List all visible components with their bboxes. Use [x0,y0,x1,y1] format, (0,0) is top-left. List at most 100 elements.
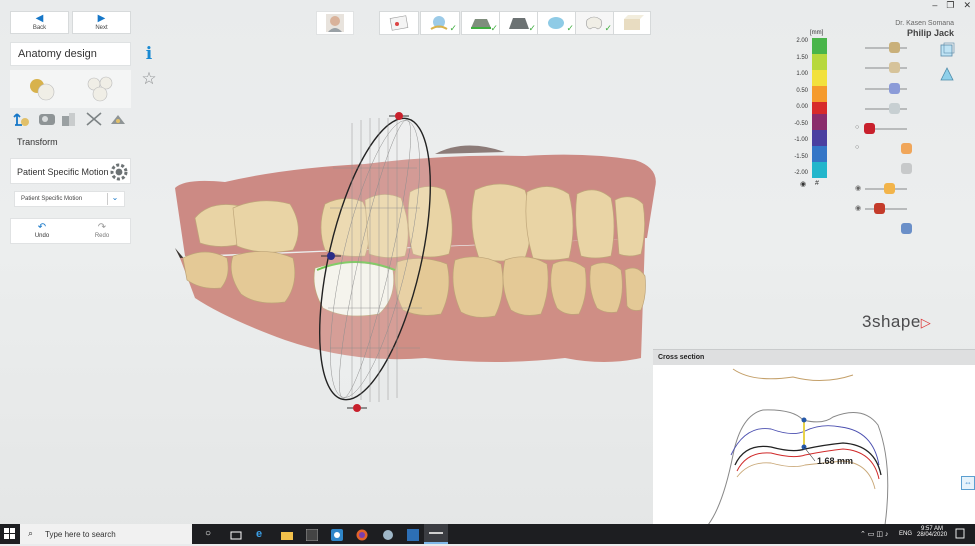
connector-tool-icon[interactable] [59,110,79,128]
object-icon [874,203,885,214]
favorite-star-icon[interactable]: ☆ [137,68,161,90]
transform-tool-icon[interactable] [12,110,32,128]
plane-handle-bottom[interactable] [353,404,361,412]
slider-track[interactable] [865,67,907,69]
photos-app-icon[interactable] [305,528,319,542]
clock[interactable]: 9:57 AM 28/04/2020 [917,526,947,538]
slider-track[interactable] [865,47,907,49]
step-insertion[interactable]: ✓ [537,11,577,35]
visibility-slider-row[interactable]: ◉ [855,183,915,195]
cross-section-view[interactable] [653,365,975,526]
undo-icon: ↶ [37,222,47,233]
redo-icon: ↷ [97,222,107,233]
send-box-icon [624,15,644,30]
split-tool-icon[interactable] [84,110,104,128]
visibility-radio[interactable]: ○ [855,144,859,151]
step-die[interactable]: ✓ [499,11,539,35]
step-scan[interactable]: ✓ [420,11,460,35]
slider-track[interactable] [865,88,907,90]
psm-label: Patient Specific Motion [17,167,109,177]
visibility-slider-row[interactable]: ○ [855,143,915,155]
notifications-icon[interactable] [955,527,965,539]
scale-radio[interactable]: ◉ [800,180,806,188]
scale-tick-label: 1.00 [796,71,808,77]
dental-3d-viewport[interactable] [165,108,670,413]
step-margin[interactable]: ✓ [461,11,501,35]
visibility-slider-row[interactable]: ○ [855,123,915,135]
step-send[interactable] [613,11,651,35]
object-icon [901,143,912,154]
3shape-app-icon[interactable] [331,528,343,541]
back-button[interactable]: ◀ Back [10,11,69,34]
gear-icon[interactable] [109,162,129,182]
single-tooth-mode-icon[interactable] [26,75,58,103]
edge-browser-icon[interactable]: e [256,528,268,540]
redo-label: Redo [94,233,110,239]
psm-select-value: Patient Specific Motion [21,196,83,202]
patient-name: Philip Jack [906,28,954,38]
patient-face-icon [326,14,344,32]
visibility-radio[interactable]: ◉ [855,184,861,192]
back-arrow-icon: ◀ [35,13,44,24]
slider-track[interactable] [865,108,907,110]
step-anatomy-design[interactable]: ✓ [575,11,615,35]
visibility-radio[interactable]: ◉ [855,204,861,212]
patient-photo-button[interactable] [316,11,354,35]
object-icon [889,62,900,73]
tray-icons[interactable]: ⌃ ▭ ◫ ♪ [860,530,888,538]
design-mode-group [10,70,131,108]
window-controls: – ❐ ✕ [932,0,971,11]
visibility-slider-row[interactable] [855,42,915,54]
clipping-view-icon[interactable] [938,65,956,83]
visibility-slider-row[interactable] [855,62,915,74]
file-explorer-icon[interactable] [281,528,293,540]
active-app-button[interactable] [424,524,448,544]
multi-tooth-mode-icon[interactable] [85,75,119,103]
cross-section-title: Cross section [653,350,975,365]
taskbar-search[interactable]: ⌕ Type here to search [20,524,192,544]
visibility-slider-row[interactable] [855,83,915,95]
visibility-slider-row[interactable] [855,103,915,115]
cortana-icon[interactable]: ○ [205,528,217,540]
next-arrow-icon: ▶ [97,13,106,24]
back-label: Back [32,25,47,31]
restore-button[interactable]: ❐ [946,0,954,11]
plane-handle-rotate[interactable] [327,252,335,260]
task-view-icon[interactable] [230,528,242,540]
close-button[interactable]: ✕ [963,0,971,11]
plane-handle-top[interactable] [395,112,403,120]
clock-date: 28/04/2020 [917,532,948,538]
doctor-name: Dr. Kasen Somana [895,20,954,27]
info-icon[interactable]: i [137,42,161,66]
transform-row: Transform [10,131,131,153]
chevron-down-icon: ⌄ [107,193,122,205]
object-icon [889,42,900,53]
scale-tick-label: -2.00 [794,170,808,176]
cross-section-expand-icon[interactable]: ⇔ [961,476,975,490]
sticky-app-icon[interactable] [407,528,419,541]
step-order-form[interactable] [379,11,419,35]
visibility-slider-row[interactable] [855,223,915,235]
language-indicator[interactable]: ENG [899,531,912,537]
wax-knife-tool-icon[interactable] [108,110,128,128]
visibility-slider-row[interactable]: ◉ [855,203,915,215]
undo-button[interactable]: ↶ Undo [29,222,55,239]
visibility-radio[interactable]: ○ [855,124,859,131]
paint-app-icon[interactable] [382,528,394,540]
search-icon: ⌕ [28,528,34,538]
order-form-icon [389,15,409,31]
sculpt-tool-icon[interactable] [37,110,57,128]
slider-track[interactable] [865,208,907,210]
undo-redo-group: ↶ Undo ↷ Redo [10,218,131,244]
scale-unit: [mm] [810,30,824,36]
minimize-button[interactable]: – [932,0,937,11]
windows-start-icon[interactable] [4,527,16,539]
transform-label: Transform [17,137,58,147]
redo-button[interactable]: ↷ Redo [89,222,115,239]
visibility-slider-row[interactable] [855,163,915,175]
thickness-measurement: 1.68 mm [817,456,854,466]
psm-select[interactable]: Patient Specific Motion ⌄ [14,191,125,207]
next-button[interactable]: ▶ Next [72,11,131,34]
firefox-icon[interactable] [356,528,368,541]
view-cube-icon[interactable] [938,41,956,59]
